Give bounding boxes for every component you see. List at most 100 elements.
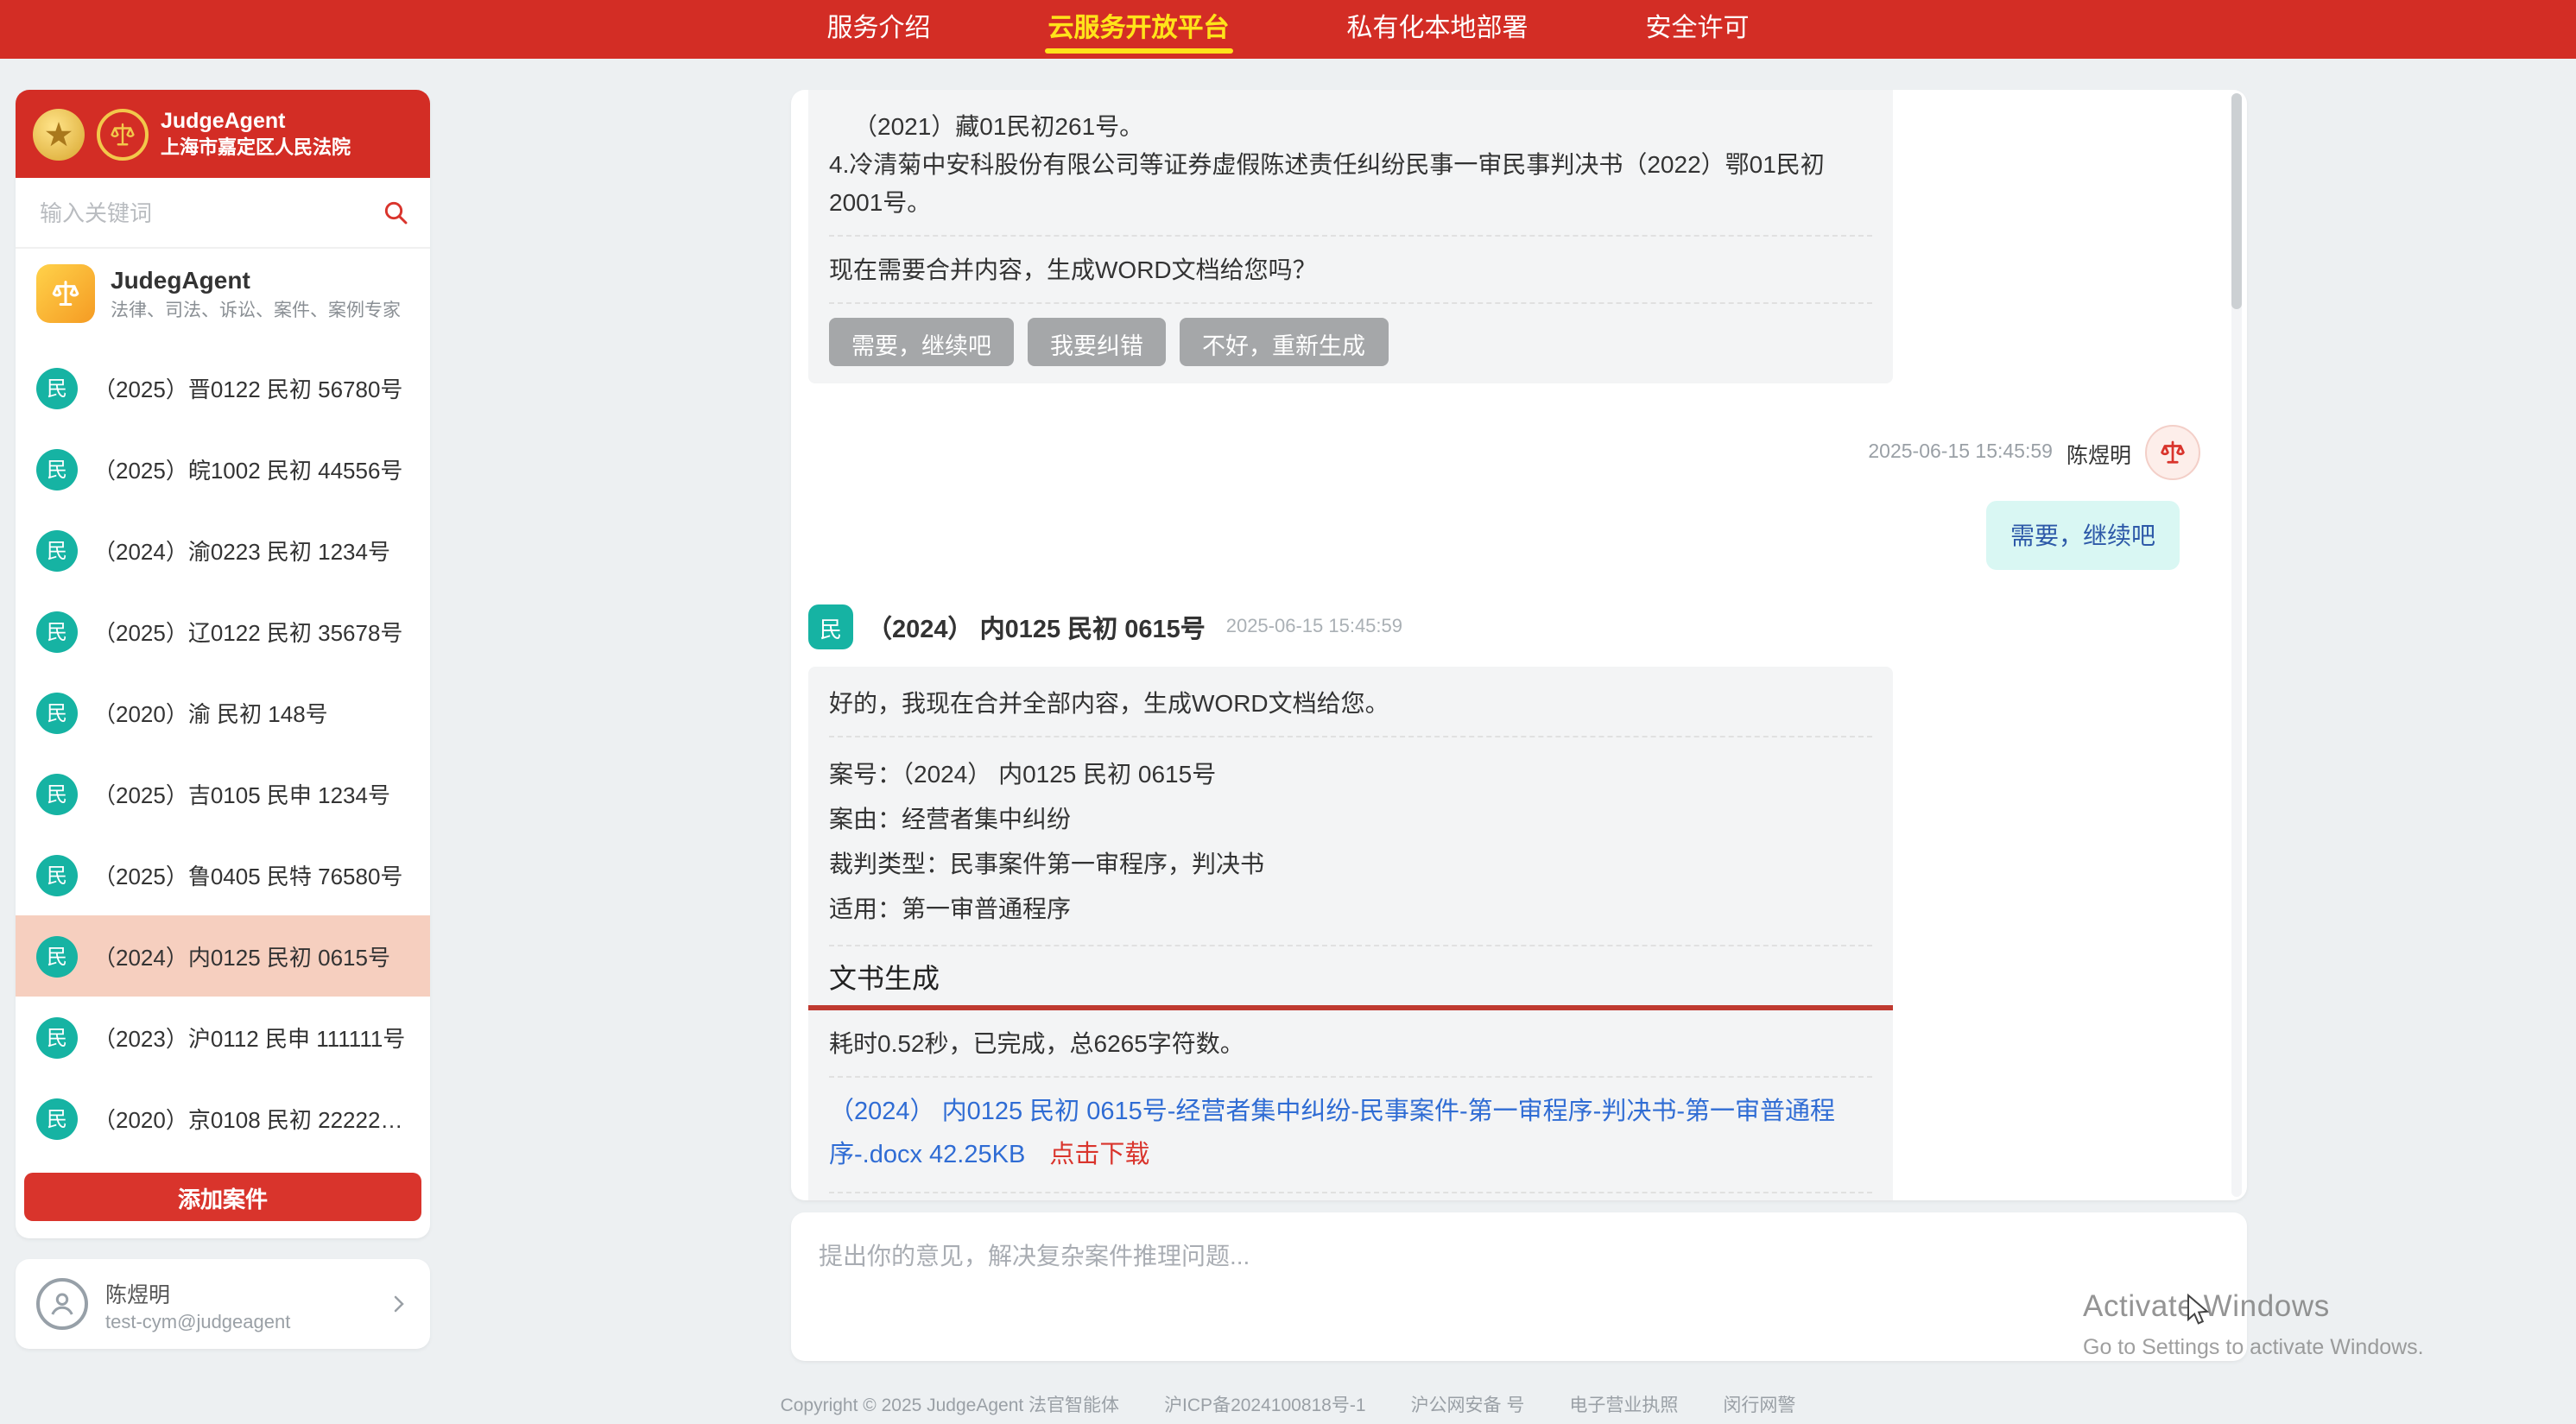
agent-subtitle: 法律、司法、诉讼、案件、案例专家 xyxy=(111,296,401,322)
section-title: 文书生成 xyxy=(829,960,1872,1002)
civil-case-badge: 民 xyxy=(36,611,78,652)
user-avatar-icon xyxy=(36,1278,88,1330)
nav-item-private-deploy[interactable]: 私有化本地部署 xyxy=(1344,0,1532,59)
agent-text: JudegAgent 法律、司法、诉讼、案件、案例专家 xyxy=(111,265,401,322)
chat-input[interactable] xyxy=(791,1212,2247,1361)
brand-header: JudgeAgent 上海市嘉定区人民法院 xyxy=(16,90,430,178)
dashed-divider xyxy=(829,945,1872,946)
case-label: （2023）沪0112 民申 111111号 xyxy=(93,1021,405,1054)
sidebar: JudgeAgent 上海市嘉定区人民法院 JudegAgent 法律、司法、诉… xyxy=(16,90,430,1349)
quick-reply-row: 需要，继续吧 我要纠错 不好，重新生成 xyxy=(829,318,1872,366)
quick-reply-continue-button[interactable]: 需要，继续吧 xyxy=(829,318,1014,366)
document-file-link[interactable]: （2024） 内0125 民初 0615号-经营者集中纠纷-民事案件-第一审程序… xyxy=(829,1098,1835,1169)
case-item[interactable]: 民 （2025）鲁0405 民特 76580号 xyxy=(16,834,430,915)
quick-reply-regenerate-button[interactable]: 不好，重新生成 xyxy=(1180,318,1388,366)
user-chat-avatar-icon xyxy=(2145,425,2200,480)
brand-text: JudgeAgent 上海市嘉定区人民法院 xyxy=(161,106,351,161)
message-question: 现在需要合并内容，生成WORD文档给您吗？ xyxy=(829,250,1872,288)
case-item[interactable]: 民（2025）吉0105 民申 1234号 xyxy=(16,753,430,834)
user-name: 陈煜明 xyxy=(105,1275,290,1308)
case-label: （2024）渝0223 民初 1234号 xyxy=(93,534,390,566)
case-item[interactable]: 民 （2025）晋0122 民初 56780号 xyxy=(16,347,430,428)
agent-profile[interactable]: JudegAgent 法律、司法、诉讼、案件、案例专家 xyxy=(16,249,430,340)
agent-name: JudegAgent xyxy=(111,265,401,293)
footer-license-link[interactable]: 电子营业执照 xyxy=(1569,1392,1678,1418)
message-line: 4.冷清菊中安科股份有限公司等证券虚假陈述责任纠纷民事一审民事判决书（2022）… xyxy=(829,145,1872,221)
red-divider xyxy=(808,1005,1893,1010)
case-item[interactable]: 民 （2020）渝 民初 148号 xyxy=(16,672,430,753)
search-bar xyxy=(16,178,430,249)
civil-case-badge: 民 xyxy=(36,692,78,733)
case-item[interactable]: 民 （2023）沪0112 民申 111111号 xyxy=(16,997,430,1078)
case-label: （2025）鲁0405 民特 76580号 xyxy=(93,858,402,891)
case-label: （2024）内0125 民初 0615号 xyxy=(93,940,390,972)
search-input[interactable] xyxy=(36,198,382,227)
case-label: （2025）吉0105 民申 1234号 xyxy=(93,777,390,810)
case-label: （2020）渝 民初 148号 xyxy=(93,696,328,729)
civil-case-badge: 民 xyxy=(36,854,78,896)
message-timestamp: 2025-06-15 15:45:59 xyxy=(1226,617,1402,637)
civil-case-badge: 民 xyxy=(36,529,78,571)
sender-name: 陈煜明 xyxy=(2066,436,2131,469)
case-item[interactable]: 民 （2025）皖1002 民初 44556号 xyxy=(16,428,430,509)
dashed-divider xyxy=(829,1192,1872,1193)
court-emblem-icon xyxy=(33,108,85,160)
assistant-message-body: 好的，我现在合并全部内容，生成WORD文档给您。 案号：（2024） 内0125… xyxy=(808,667,1893,1200)
footer-icp-link[interactable]: 沪ICP备2024100818号-1 xyxy=(1164,1392,1366,1418)
case-item-selected[interactable]: 民 （2024）内0125 民初 0615号 xyxy=(16,915,430,997)
message-intro: 好的，我现在合并全部内容，生成WORD文档给您。 xyxy=(829,684,1872,722)
civil-case-badge: 民 xyxy=(36,448,78,490)
generation-status: 耗时0.52秒，已完成，总6265字符数。 xyxy=(829,1024,1872,1062)
download-link[interactable]: 点击下载 xyxy=(1049,1142,1149,1169)
case-item[interactable]: 民 （2024）渝0223 民初 1234号 xyxy=(16,509,430,591)
case-item[interactable]: 民 （2020）京0108 民初 222222222... xyxy=(16,1078,430,1159)
agent-scales-icon xyxy=(36,264,95,323)
quick-reply-correct-button[interactable]: 我要纠错 xyxy=(1028,318,1166,366)
civil-case-badge: 民 xyxy=(36,1016,78,1058)
case-label: （2025）晋0122 民初 56780号 xyxy=(93,371,402,404)
chat-input-card xyxy=(791,1212,2247,1361)
nav-item-service-intro[interactable]: 服务介绍 xyxy=(823,0,934,59)
nav-item-cloud-platform[interactable]: 云服务开放平台 xyxy=(1044,0,1232,59)
user-card[interactable]: 陈煜明 test-cym@judgeagent xyxy=(16,1259,430,1349)
dashed-divider xyxy=(829,235,1872,237)
civil-case-badge: 民 xyxy=(36,367,78,408)
user-chat-bubble: 需要，继续吧 xyxy=(1986,501,2180,570)
footer-police-link[interactable]: 沪公网安备 号 xyxy=(1411,1392,1525,1418)
add-case-button[interactable]: 添加案件 xyxy=(24,1173,421,1221)
assistant-message: 民 （2024） 内0125 民初 0615号 2025-06-15 15:45… xyxy=(808,604,2204,1200)
chat-panel: （2021）藏01民初261号。 4.冷清菊中安科股份有限公司等证券虚假陈述责任… xyxy=(791,90,2247,1200)
case-label: （2025）皖1002 民初 44556号 xyxy=(93,453,402,485)
page-footer: Copyright © 2025 JudgeAgent 法官智能体 沪ICP备2… xyxy=(0,1392,2576,1418)
case-label: （2020）京0108 民初 222222222... xyxy=(93,1102,409,1135)
nav-item-security-license[interactable]: 安全许可 xyxy=(1642,0,1753,59)
assistant-message-header: 民 （2024） 内0125 民初 0615号 2025-06-15 15:45… xyxy=(808,604,2204,649)
civil-case-badge: 民 xyxy=(808,604,853,649)
mouse-cursor-icon xyxy=(2187,1294,2212,1328)
case-label: （2025）辽0122 民初 35678号 xyxy=(93,615,402,648)
footer-copyright: Copyright © 2025 JudgeAgent 法官智能体 xyxy=(781,1392,1120,1418)
user-email: test-cym@judgeagent xyxy=(105,1312,290,1332)
case-list: 民 （2025）晋0122 民初 56780号 民 （2025）皖1002 民初 4… xyxy=(16,340,430,1159)
case-number: （2024） 内0125 民初 0615号 xyxy=(867,609,1206,645)
civil-case-badge: 民 xyxy=(36,935,78,977)
sidebar-main-card: JudgeAgent 上海市嘉定区人民法院 JudegAgent 法律、司法、诉… xyxy=(16,90,430,1238)
dashed-divider xyxy=(829,302,1872,304)
doc-field-case-no: 案号：（2024） 内0125 民初 0615号 xyxy=(829,751,1872,796)
brand-title: JudgeAgent xyxy=(161,106,351,136)
assistant-message-top: （2021）藏01民初261号。 4.冷清菊中安科股份有限公司等证券虚假陈述责任… xyxy=(808,90,1893,383)
doc-field-cause: 案由：经营者集中纠纷 xyxy=(829,796,1872,841)
case-item[interactable]: 民 （2025）辽0122 民初 35678号 xyxy=(16,591,430,672)
search-icon[interactable] xyxy=(382,199,409,226)
dashed-divider xyxy=(829,736,1872,737)
message-timestamp: 2025-06-15 15:45:59 xyxy=(1868,442,2053,463)
message-line: （2021）藏01民初261号。 xyxy=(829,107,1872,145)
chat-scroll-area: （2021）藏01民初261号。 4.冷清菊中安科股份有限公司等证券虚假陈述责任… xyxy=(808,90,2204,1200)
chevron-right-icon xyxy=(389,1294,409,1314)
scrollbar-thumb[interactable] xyxy=(2231,93,2242,309)
user-text: 陈煜明 test-cym@judgeagent xyxy=(105,1275,290,1332)
user-message: 2025-06-15 15:45:59 陈煜明 需要，继续吧 xyxy=(808,425,2204,570)
brand-subtitle: 上海市嘉定区人民法院 xyxy=(161,136,351,161)
civil-case-badge: 民 xyxy=(36,1098,78,1139)
footer-cyberpolice-link[interactable]: 闵行网警 xyxy=(1723,1392,1795,1418)
